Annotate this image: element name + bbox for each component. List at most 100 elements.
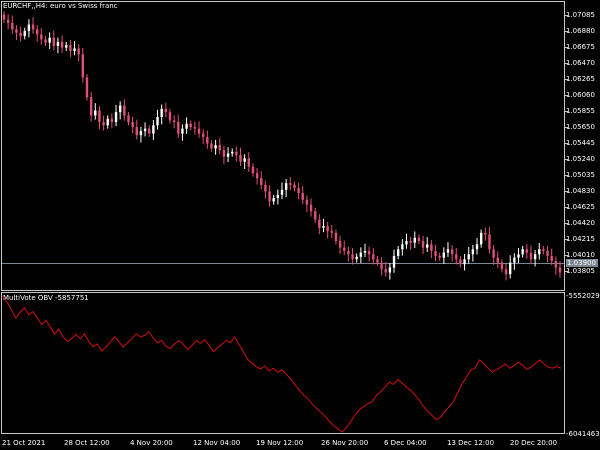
candle-body	[467, 254, 470, 260]
candle-body	[23, 31, 26, 37]
candle-body	[255, 173, 259, 179]
candle-body	[521, 249, 524, 255]
candle-body	[247, 158, 251, 167]
candle-body	[222, 150, 226, 157]
candle-body	[413, 237, 416, 243]
candle-body	[143, 128, 147, 132]
candle-body	[226, 153, 230, 157]
candle-body	[297, 188, 300, 194]
candle-body	[56, 41, 60, 46]
candle-body	[284, 183, 288, 190]
candle-body	[409, 241, 412, 243]
candle-body	[156, 117, 159, 126]
candle-body	[239, 155, 242, 162]
candle-body	[343, 247, 346, 251]
candle-body	[164, 108, 168, 113]
candle-body	[542, 249, 545, 251]
candle-body	[289, 183, 292, 185]
candle-body	[189, 123, 192, 127]
candle-body	[268, 191, 271, 202]
candle-body	[264, 184, 267, 192]
candle-body	[305, 199, 309, 205]
candle-body	[529, 252, 533, 260]
candle-body	[309, 204, 313, 212]
candle-body	[77, 48, 80, 55]
candle-body	[334, 232, 338, 242]
candle-body	[326, 226, 329, 232]
candle-body	[243, 158, 246, 162]
candle-body	[496, 257, 499, 263]
candle-body	[488, 234, 491, 250]
candle-body	[102, 122, 105, 126]
candle-body	[148, 128, 151, 134]
candle-body	[48, 37, 51, 43]
candle-body	[517, 254, 520, 258]
candle-body	[272, 198, 275, 202]
candle-body	[89, 97, 93, 116]
candle-body	[40, 34, 43, 40]
candle-body	[11, 22, 14, 30]
candle-body	[31, 24, 35, 30]
candle-body	[52, 37, 55, 46]
candle-body	[181, 128, 184, 134]
candle-body	[131, 122, 134, 127]
candle-body	[359, 252, 363, 257]
candle-body	[197, 128, 201, 134]
candle-body	[318, 219, 321, 228]
candle-body	[558, 267, 562, 273]
candle-body	[231, 151, 234, 154]
candle-body	[27, 24, 31, 32]
candle-body	[421, 241, 425, 248]
candle-body	[185, 123, 188, 129]
candle-body	[388, 267, 392, 273]
candle-body	[110, 118, 114, 123]
candle-body	[73, 48, 76, 51]
candle-body	[459, 259, 462, 265]
candle-body	[65, 45, 68, 48]
candle-body	[280, 189, 284, 195]
candle-body	[509, 262, 512, 275]
candle-body	[479, 232, 483, 245]
chart-plot	[2, 11, 562, 433]
candle-body	[322, 226, 325, 228]
candle-body	[438, 255, 441, 258]
candle-body	[114, 112, 118, 123]
candle-body	[355, 256, 358, 260]
candle-body	[160, 108, 163, 118]
candle-body	[127, 115, 130, 123]
candle-body	[504, 269, 508, 275]
candle-body	[463, 259, 466, 265]
candle-body	[417, 237, 421, 242]
candle-body	[201, 133, 205, 137]
candle-body	[554, 260, 558, 268]
candle-body	[372, 254, 375, 260]
candle-body	[106, 118, 109, 126]
candle-body	[471, 249, 475, 255]
candle-body	[206, 136, 209, 144]
candle-body	[405, 241, 408, 245]
candle-body	[442, 252, 446, 258]
candle-body	[367, 250, 371, 255]
candle-body	[313, 211, 317, 220]
candle-body	[123, 105, 126, 116]
candle-body	[260, 178, 263, 185]
candle-body	[172, 120, 176, 123]
candle-body	[430, 244, 433, 251]
candle-body	[475, 244, 479, 250]
candle-body	[351, 254, 354, 260]
candle-body	[455, 254, 458, 260]
candle-body	[19, 32, 22, 37]
candle-body	[484, 232, 487, 235]
candle-body	[363, 250, 367, 253]
candle-body	[98, 110, 101, 123]
candle-body	[347, 250, 350, 255]
chart-window[interactable]: EURCHF,,H4: euro vs Swiss franc MultiVot…	[0, 0, 600, 450]
candle-body	[446, 249, 450, 253]
candle-body	[550, 255, 553, 261]
candle-body	[392, 255, 396, 268]
candle-body	[135, 126, 138, 136]
candle-body	[168, 112, 172, 121]
candle-body	[44, 39, 47, 43]
candle-body	[15, 29, 18, 33]
candle-body	[210, 143, 213, 149]
